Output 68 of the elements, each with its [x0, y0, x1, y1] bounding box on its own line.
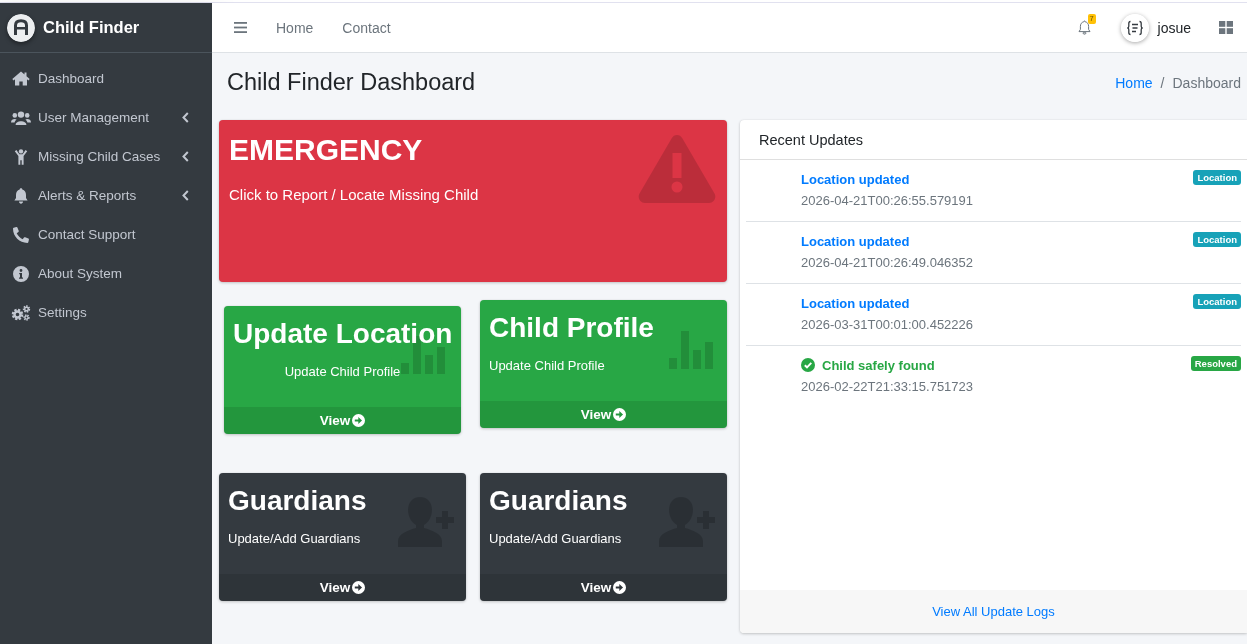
status-badge: Location: [1193, 170, 1241, 185]
nav-link[interactable]: Contact: [342, 19, 391, 36]
tile-title: Guardians: [489, 484, 628, 518]
update-timestamp: 2026-04-21T00:26:55.579191: [801, 192, 974, 210]
view-all-link[interactable]: View All Update Logs: [932, 604, 1055, 619]
menu-icon: [234, 22, 247, 33]
sidebar-item[interactable]: About System: [0, 254, 212, 293]
view-link[interactable]: View: [480, 401, 727, 428]
update-link[interactable]: Child safely found: [822, 357, 935, 373]
tile-subtitle: Update/Add Guardians: [489, 530, 622, 548]
breadcrumb-link[interactable]: Home: [1115, 74, 1153, 91]
tile-subtitle: Update Child Profile: [284, 363, 401, 381]
status-badge: Location: [1193, 232, 1241, 247]
child-icon: [14, 148, 28, 165]
chevron-left-icon: [182, 151, 189, 162]
home-icon: [12, 71, 30, 86]
user-menu[interactable]: josue: [1120, 13, 1191, 42]
menu-button[interactable]: [234, 20, 247, 35]
status-badge: Location: [1193, 294, 1241, 309]
tile-title: Guardians: [228, 484, 367, 518]
nav-link[interactable]: Home: [276, 19, 314, 36]
update-timestamp: 2026-03-31T00:01:00.452226: [801, 316, 974, 334]
breadcrumb-current: Dashboard: [1172, 74, 1241, 91]
arrow-circle-right-icon: [352, 581, 366, 594]
info-icon: [13, 265, 29, 282]
update-timestamp: 2026-02-22T21:33:15.751723: [801, 378, 974, 396]
view-link[interactable]: View: [480, 574, 727, 601]
emergency-title: EMERGENCY: [229, 132, 423, 167]
emergency-subtitle: Click to Report / Locate Missing Child: [229, 185, 479, 205]
view-link[interactable]: View: [224, 407, 461, 434]
users-icon: [11, 110, 31, 125]
update-link[interactable]: Location updated: [801, 171, 910, 187]
breadcrumb-separator: /: [1160, 74, 1165, 91]
update-timestamp: 2026-04-21T00:26:49.046352: [801, 254, 974, 272]
sidebar-item[interactable]: User Management: [0, 98, 212, 137]
sidebar-item[interactable]: Alerts & Reports: [0, 176, 212, 215]
card-title: Recent Updates: [759, 131, 863, 148]
avatar-icon: [1120, 13, 1149, 42]
sidebar-item[interactable]: Dashboard: [0, 59, 212, 98]
arrow-circle-right-icon: [613, 581, 627, 594]
phone-icon: [13, 226, 29, 243]
update-link[interactable]: Location updated: [801, 233, 910, 249]
grid-icon: [1219, 21, 1233, 34]
logo-icon: [7, 13, 35, 42]
tile-subtitle: Update Child Profile: [489, 357, 605, 375]
check-circle-icon: [801, 358, 815, 372]
sidebar-item[interactable]: Contact Support: [0, 215, 212, 254]
emergency-card[interactable]: EMERGENCY Click to Report / Locate Missing Child: [219, 120, 727, 282]
bell-icon: [1077, 20, 1091, 35]
tile-title: Update Location: [233, 317, 453, 351]
status-badge: Resolved: [1190, 356, 1241, 371]
sidebar-item[interactable]: Missing Child Cases: [0, 137, 212, 176]
apps-button[interactable]: [1219, 21, 1233, 34]
bar-chart-icon: [669, 329, 715, 369]
gears-icon: [11, 304, 31, 321]
warning-icon: [638, 134, 716, 204]
view-link[interactable]: View: [219, 574, 466, 601]
tile-title: Child Profile: [489, 311, 654, 345]
update-link[interactable]: Location updated: [801, 295, 910, 311]
sidebar-item[interactable]: Settings: [0, 293, 212, 332]
arrow-circle-right-icon: [613, 408, 627, 421]
page-title: Child Finder Dashboard: [227, 68, 476, 97]
chevron-left-icon: [182, 112, 189, 123]
bell-icon: [14, 187, 28, 204]
arrow-circle-right-icon: [352, 414, 366, 427]
chevron-left-icon: [182, 190, 189, 201]
tile-subtitle: Update/Add Guardians: [228, 530, 361, 548]
brand-name: Child Finder: [43, 18, 140, 37]
